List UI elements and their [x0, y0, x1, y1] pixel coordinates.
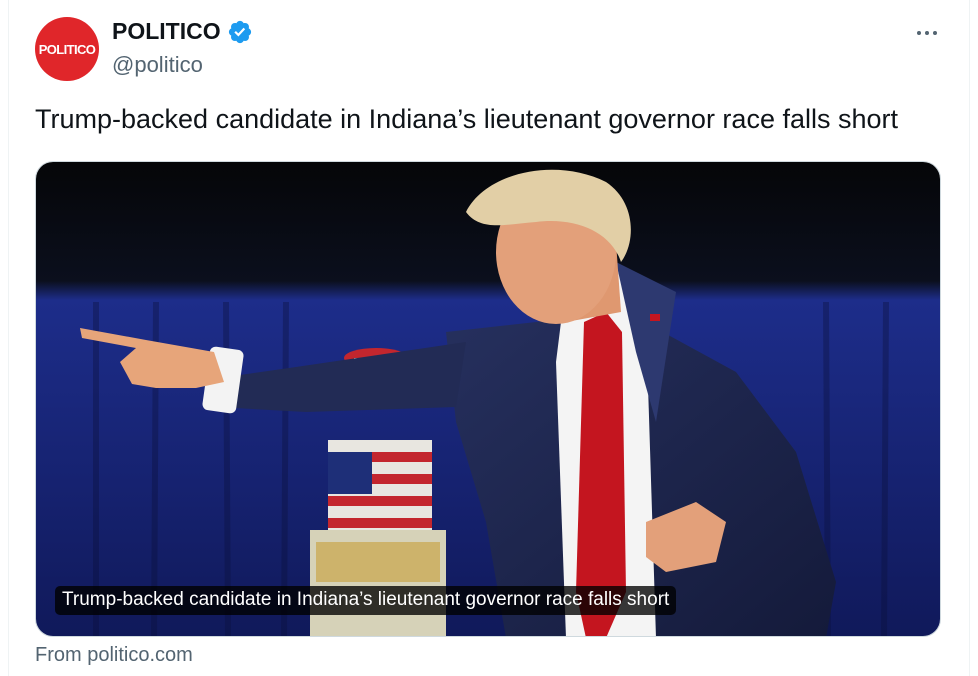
avatar-logo-text: POLITICO: [38, 41, 96, 57]
avatar[interactable]: POLITICO: [35, 17, 99, 81]
link-card[interactable]: Trump-backed candidate in Indiana’s lieu…: [35, 161, 941, 637]
card-caption: Trump-backed candidate in Indiana’s lieu…: [55, 586, 677, 615]
more-horizontal-icon: [917, 31, 937, 35]
display-name[interactable]: POLITICO: [112, 18, 221, 45]
author-handle[interactable]: @politico: [112, 52, 203, 78]
tweet-text: Trump-backed candidate in Indiana’s lieu…: [35, 104, 898, 134]
author-name-row: POLITICO: [112, 18, 253, 45]
more-options-button[interactable]: [912, 18, 942, 48]
verified-badge-icon: [228, 20, 251, 43]
card-source-link[interactable]: From politico.com: [35, 644, 193, 667]
card-image: [36, 162, 940, 636]
